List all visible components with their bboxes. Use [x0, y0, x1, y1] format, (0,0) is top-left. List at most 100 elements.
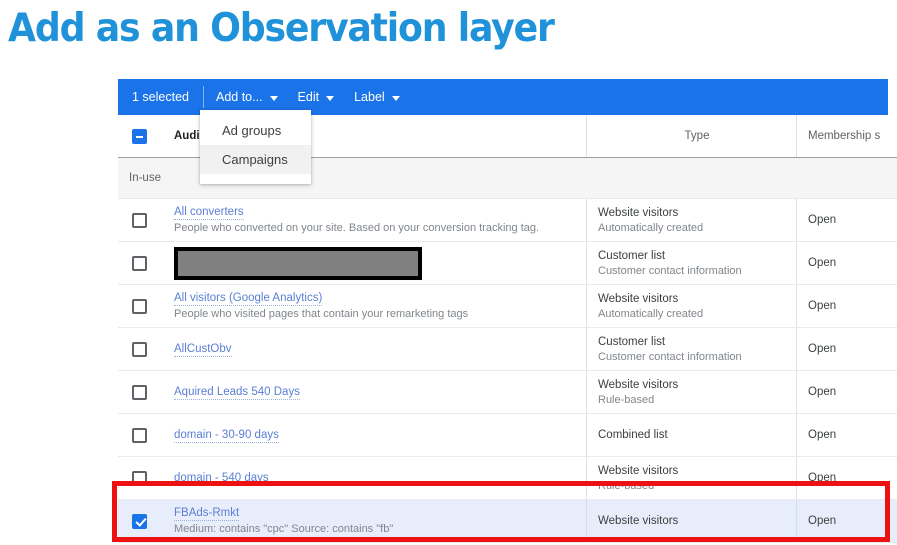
selected-count-label: 1 selected	[132, 90, 189, 104]
audience-type: Website visitors	[598, 378, 679, 391]
chevron-down-icon	[269, 95, 278, 101]
table-row[interactable]: domain - 540 days Website visitors Rule-ba…	[118, 457, 897, 500]
table-row[interactable]: All converters People who converted on yo…	[118, 199, 897, 242]
row-checkbox-cell[interactable]	[118, 500, 161, 542]
table-row[interactable]: AllCustObv Customer list Customer contact …	[118, 328, 897, 371]
chevron-down-icon	[326, 95, 335, 101]
row-checkbox-icon[interactable]	[132, 470, 147, 486]
row-checkbox-cell[interactable]	[118, 285, 161, 327]
menu-item-ad-groups[interactable]: Ad groups	[200, 116, 311, 145]
table-row[interactable]: domain - 30-90 days Combined list Open	[118, 414, 897, 457]
row-checkbox-icon[interactable]	[132, 255, 147, 271]
audience-type-cell: Website visitors Automatically created	[587, 285, 797, 327]
membership-status-value: Open	[808, 472, 837, 484]
membership-status-value: Open	[808, 214, 837, 226]
table-row[interactable]: All visitors (Google Analytics) People wh…	[118, 285, 897, 328]
column-header-membership-status[interactable]: Membership s	[797, 115, 897, 157]
audience-table-panel: 1 selected Add to... Edit Label Audien T…	[118, 79, 897, 543]
audience-type: Website visitors	[598, 464, 679, 477]
audience-type-subtitle: Rule-based	[598, 479, 655, 492]
audience-name-link[interactable]: FBAds-Rmkt	[174, 506, 240, 521]
audience-type-subtitle: Automatically created	[598, 307, 704, 320]
audience-name-link[interactable]: All converters	[174, 205, 244, 220]
membership-status-cell: Open	[797, 328, 897, 370]
audience-type: Customer list	[598, 335, 666, 348]
audience-type-subtitle: Automatically created	[598, 221, 704, 234]
audience-name-link[interactable]: AllCustObv	[174, 342, 232, 357]
group-header-label: In-use	[129, 172, 161, 184]
membership-status-cell: Open	[797, 242, 897, 284]
audience-name-cell: AllCustObv	[161, 328, 587, 370]
audience-type: Customer list	[598, 249, 666, 262]
audience-description: People who visited pages that contain yo…	[174, 308, 469, 320]
audience-type-cell: Website visitors Automatically created	[587, 199, 797, 241]
membership-status-cell: Open	[797, 500, 897, 542]
redacted-audience-name	[174, 246, 422, 280]
audience-name-cell	[161, 242, 587, 284]
membership-status-value: Open	[808, 386, 837, 398]
audience-name-cell: Aquired Leads 540 Days	[161, 371, 587, 413]
row-checkbox-cell[interactable]	[118, 199, 161, 241]
membership-status-cell: Open	[797, 414, 897, 456]
row-checkbox-checked-icon[interactable]	[132, 513, 147, 529]
audience-name-cell: FBAds-Rmkt Medium: contains "cpc" Source:…	[161, 500, 587, 542]
audience-type-cell: Customer list Customer contact informatio…	[587, 328, 797, 370]
table-row[interactable]: Customer list Customer contact informatio…	[118, 242, 897, 285]
row-checkbox-cell[interactable]	[118, 414, 161, 456]
row-checkbox-icon[interactable]	[132, 341, 147, 357]
select-all-checkbox-indeterminate-icon[interactable]	[132, 128, 147, 144]
membership-status-cell: Open	[797, 285, 897, 327]
column-header-type-label: Type	[684, 130, 710, 142]
audience-type-cell: Website visitors	[587, 500, 797, 542]
label-label: Label	[354, 90, 385, 104]
column-header-membership-status-label: Membership s	[808, 130, 881, 142]
membership-status-value: Open	[808, 343, 837, 355]
audience-name-cell: domain - 30-90 days	[161, 414, 587, 456]
row-checkbox-icon[interactable]	[132, 212, 147, 228]
row-checkbox-cell[interactable]	[118, 457, 161, 499]
audience-type-cell: Website visitors Rule-based	[587, 371, 797, 413]
select-all-checkbox-cell[interactable]	[118, 115, 161, 157]
audience-type: Website visitors	[598, 515, 679, 527]
audience-type-cell: Website visitors Rule-based	[587, 457, 797, 499]
row-checkbox-cell[interactable]	[118, 328, 161, 370]
audience-name-cell: All visitors (Google Analytics) People wh…	[161, 285, 587, 327]
audience-type-subtitle: Customer contact information	[598, 264, 742, 277]
toolbar-divider	[202, 86, 204, 108]
membership-status-value: Open	[808, 429, 837, 441]
row-checkbox-icon[interactable]	[132, 298, 147, 314]
chevron-down-icon	[391, 95, 400, 101]
audience-type-subtitle: Customer contact information	[598, 350, 742, 363]
audience-type: Combined list	[598, 429, 668, 441]
audience-type-cell: Customer list Customer contact informatio…	[587, 242, 797, 284]
membership-status-cell: Open	[797, 199, 897, 241]
audience-type-cell: Combined list	[587, 414, 797, 456]
table-row[interactable]: Aquired Leads 540 Days Website visitors Ru…	[118, 371, 897, 414]
audience-name-link[interactable]: domain - 540 days	[174, 471, 269, 486]
audience-type: Website visitors	[598, 292, 679, 305]
audience-name-cell: All converters People who converted on yo…	[161, 199, 587, 241]
menu-item-campaigns[interactable]: Campaigns	[200, 145, 311, 174]
row-checkbox-icon[interactable]	[132, 384, 147, 400]
audience-name-cell: domain - 540 days	[161, 457, 587, 499]
membership-status-value: Open	[808, 300, 837, 312]
row-checkbox-cell[interactable]	[118, 242, 161, 284]
audience-description: Medium: contains "cpc" Source: contains …	[174, 523, 394, 535]
page-title: Add as an Observation layer	[8, 6, 555, 51]
membership-status-cell: Open	[797, 371, 897, 413]
column-header-type[interactable]: Type	[587, 115, 797, 157]
add-to-dropdown-menu[interactable]: Ad groups Campaigns	[200, 110, 311, 184]
audience-name-link[interactable]: Aquired Leads 540 Days	[174, 385, 300, 400]
row-checkbox-cell[interactable]	[118, 371, 161, 413]
membership-status-value: Open	[808, 257, 837, 269]
label-button[interactable]: Label	[344, 79, 410, 115]
audience-name-link[interactable]: All visitors (Google Analytics)	[174, 291, 323, 306]
table-row[interactable]: FBAds-Rmkt Medium: contains "cpc" Source:…	[118, 500, 897, 543]
row-checkbox-icon[interactable]	[132, 427, 147, 443]
audience-type-subtitle: Rule-based	[598, 393, 655, 406]
audience-name-link[interactable]: domain - 30-90 days	[174, 428, 279, 443]
membership-status-value: Open	[808, 515, 837, 527]
audience-description: People who converted on your site. Based…	[174, 222, 540, 234]
membership-status-cell: Open	[797, 457, 897, 499]
table-rows-container: All converters People who converted on yo…	[118, 199, 897, 543]
